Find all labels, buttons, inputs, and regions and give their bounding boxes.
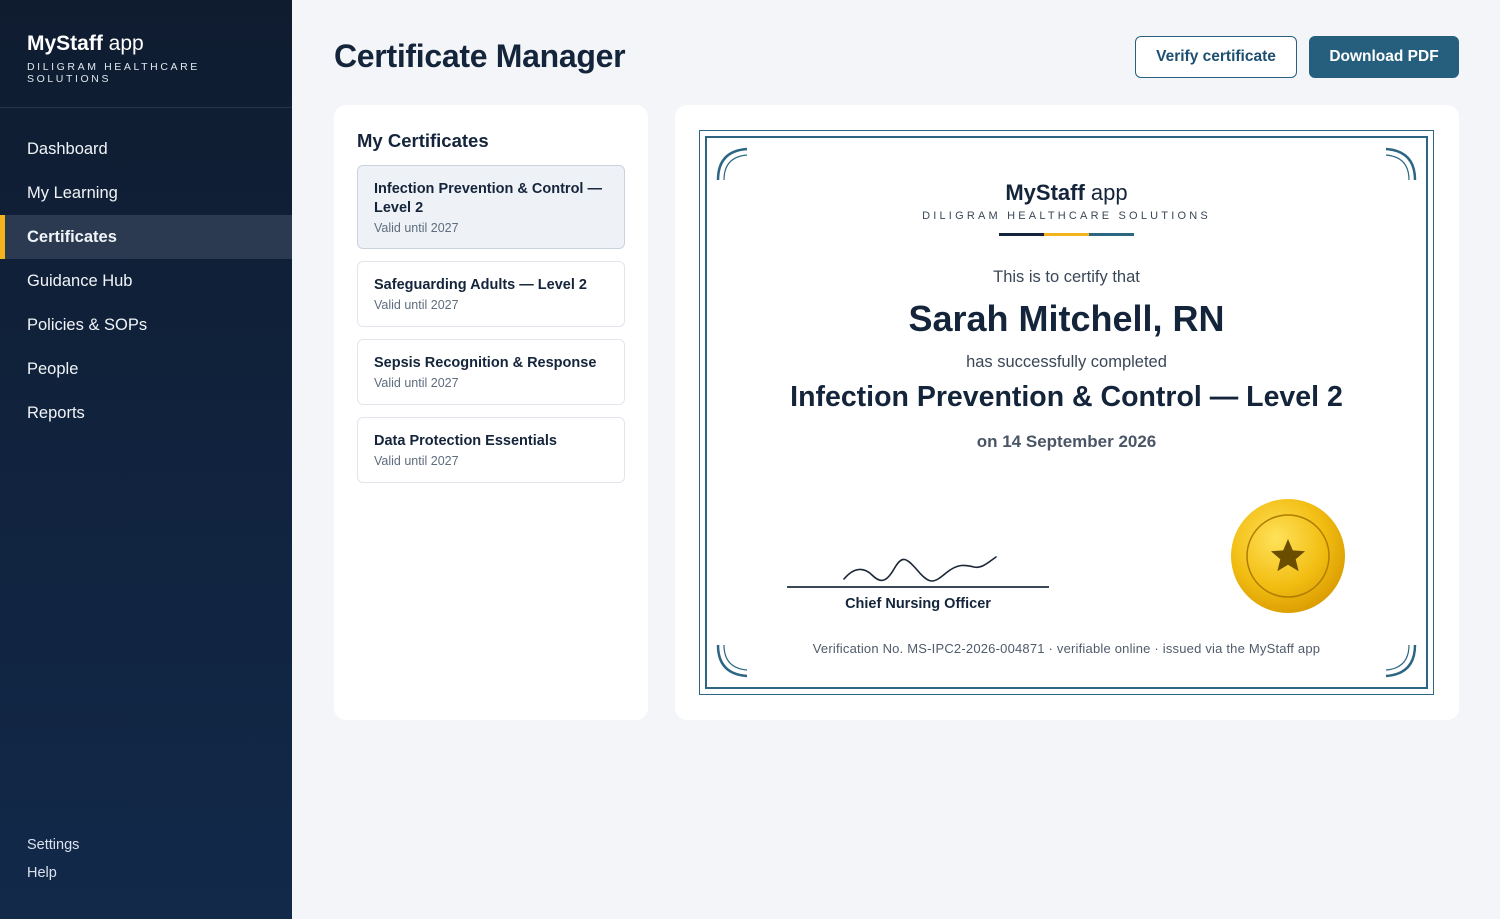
certificate-item-validity: Valid until 2027 — [374, 454, 459, 468]
certificate-recipient-name: Sarah Mitchell, RN — [908, 298, 1225, 339]
certificate-date: on 14 September 2026 — [976, 432, 1157, 451]
brand-name-bold: MyStaff — [27, 32, 103, 55]
certificate-item-infection-prevention[interactable]: Infection Prevention & Control — Level 2… — [357, 165, 625, 249]
certificate-item-validity: Valid until 2027 — [374, 221, 459, 235]
signatory-title: Chief Nursing Officer — [845, 596, 991, 612]
certificate-brand-bold: MyStaff — [1005, 180, 1085, 205]
certificate-item-title: Sepsis Recognition & Response — [374, 355, 597, 371]
page-title: Certificate Manager — [334, 38, 626, 74]
brand-subtitle: DILIGRAM HEALTHCARE SOLUTIONS — [27, 61, 200, 85]
corner-ornament-icon — [716, 147, 748, 181]
signature-icon — [843, 556, 997, 582]
brand: MyStaff app DILIGRAM HEALTHCARE SOLUTION… — [0, 0, 292, 108]
help-link[interactable]: Help — [27, 862, 79, 890]
certificate-preview-panel: MyStaff app DILIGRAM HEALTHCARE SOLUTION… — [675, 105, 1459, 720]
verify-certificate-button[interactable]: Verify certificate — [1135, 36, 1297, 78]
certificate-verification-footer: Verification No. MS-IPC2-2026-004871 · v… — [812, 641, 1321, 656]
certificate-item-title: Safeguarding Adults — Level 2 — [374, 277, 587, 293]
signature-line — [787, 586, 1049, 588]
certificate-item-title: Data Protection Essentials — [374, 433, 557, 449]
sidebar-item-my-learning[interactable]: My Learning — [0, 171, 292, 215]
certificate-item-data-protection[interactable]: Data Protection Essentials Valid until 2… — [357, 417, 625, 483]
sidebar-nav: Dashboard My Learning Certificates Guida… — [0, 127, 292, 435]
certificates-list-panel: My Certificates Infection Prevention & C… — [334, 105, 648, 720]
certificate-completed-text: has successfully completed — [966, 353, 1167, 371]
certificates-list-title: My Certificates — [357, 130, 489, 151]
sidebar-item-policies-sops[interactable]: Policies & SOPs — [0, 303, 292, 347]
certificate-item-sepsis-recognition[interactable]: Sepsis Recognition & Response Valid unti… — [357, 339, 625, 405]
certificate-brand-rest: app — [1084, 180, 1128, 205]
certificate-course-title: Infection Prevention & Control — Level 2 — [790, 381, 1343, 413]
certificate-item-safeguarding-adults[interactable]: Safeguarding Adults — Level 2 Valid unti… — [357, 261, 625, 327]
sidebar-item-people[interactable]: People — [0, 347, 292, 391]
sidebar: MyStaff app DILIGRAM HEALTHCARE SOLUTION… — [0, 0, 292, 919]
certificate-item-validity: Valid until 2027 — [374, 376, 459, 390]
color-bar-dark — [999, 233, 1044, 236]
color-bar-gold — [1044, 233, 1089, 236]
brand-name: MyStaff app — [27, 31, 265, 57]
certificate-brand-subtitle: DILIGRAM HEALTHCARE SOLUTIONS — [922, 210, 1211, 222]
certificate-brand: MyStaff app — [707, 180, 1426, 206]
certificate-intro: This is to certify that — [993, 268, 1140, 286]
sidebar-item-certificates[interactable]: Certificates — [0, 215, 292, 259]
color-bar-teal — [1089, 233, 1134, 236]
download-pdf-button[interactable]: Download PDF — [1309, 36, 1459, 78]
certificate-item-title: Infection Prevention & Control — Level 2 — [374, 181, 602, 216]
settings-link[interactable]: Settings — [27, 834, 79, 862]
certificate-color-bars — [999, 233, 1134, 236]
certificate-inner-frame: MyStaff app DILIGRAM HEALTHCARE SOLUTION… — [705, 136, 1428, 689]
sidebar-item-guidance-hub[interactable]: Guidance Hub — [0, 259, 292, 303]
sidebar-bottom-links: Settings Help — [27, 834, 79, 890]
sidebar-item-reports[interactable]: Reports — [0, 391, 292, 435]
corner-ornament-icon — [1385, 147, 1417, 181]
gold-seal-star-icon — [1231, 499, 1345, 613]
certificate-frame: MyStaff app DILIGRAM HEALTHCARE SOLUTION… — [699, 130, 1434, 695]
certificate-item-validity: Valid until 2027 — [374, 298, 459, 312]
brand-name-rest: app — [102, 32, 144, 55]
sidebar-item-dashboard[interactable]: Dashboard — [0, 127, 292, 171]
